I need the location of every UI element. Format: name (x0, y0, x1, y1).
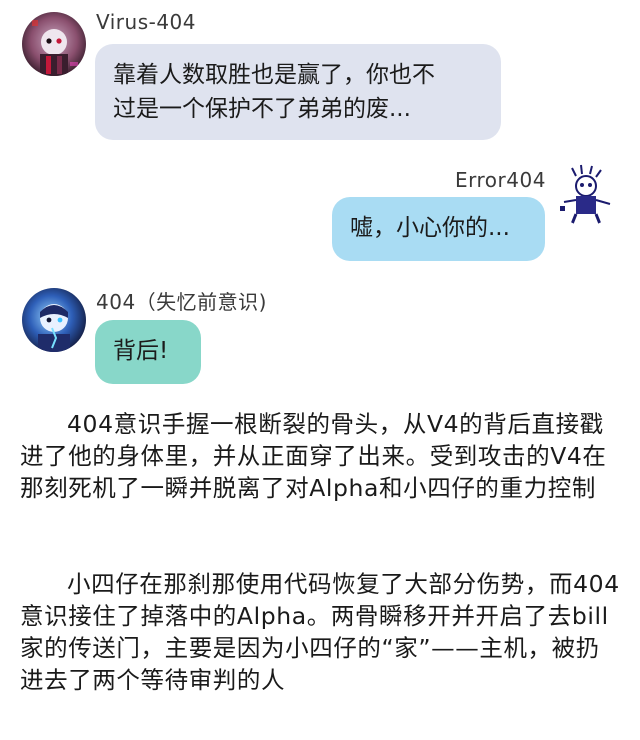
sender-name: Virus-404 (96, 10, 197, 34)
message-bubble[interactable]: 靠着人数取胜也是赢了，你也不 过是一个保护不了弟弟的废... (95, 44, 501, 140)
sender-name: 404（失忆前意识) (96, 290, 267, 314)
message-bubble[interactable]: 背后! (95, 320, 201, 384)
avatar-error404[interactable] (554, 162, 618, 226)
sender-name: Error404 (455, 168, 546, 192)
narration-paragraph-1: 404意识手握一根断裂的骨头，从V4的背后直接戳进了他的身体里，并从正面穿了出来… (20, 410, 607, 502)
avatar-404[interactable] (22, 288, 86, 352)
message-bubble[interactable]: 嘘，小心你的... (332, 197, 545, 261)
narration-paragraph-2: 小四仔在那刹那使用代码恢复了大部分伤势，而404意识接住了掉落中的Alpha。两… (20, 570, 620, 694)
avatar-virus-404[interactable] (22, 12, 86, 76)
